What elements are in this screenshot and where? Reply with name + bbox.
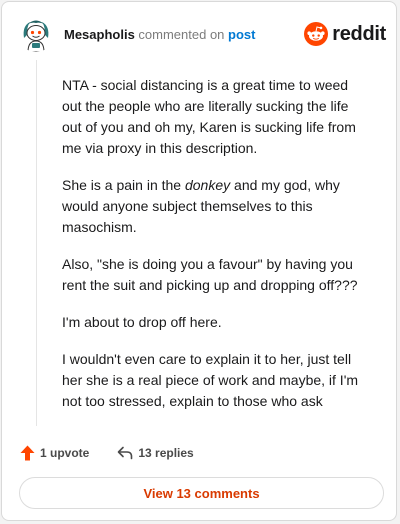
comment-line: out the people who are literally sucking… [62,98,349,114]
view-comments-button[interactable]: View 13 comments [19,477,384,509]
reply-arrow-icon [118,446,133,460]
comment-line: Also, "she is doing you a favour" by hav… [62,256,353,272]
reddit-logo-icon [304,22,329,46]
comment-paragraph: I wouldn't even care to explain it to he… [62,349,382,412]
comment-line: would anyone subject themselves to this [62,198,313,214]
logo-text: reddit [332,22,386,45]
comment-line: rent the suit and picking up and droppin… [62,277,358,293]
reddit-logo[interactable]: reddit [304,21,386,47]
author-name[interactable]: Mesapholis [64,27,135,42]
comment-paragraph: I'm about to drop off here. [62,312,382,333]
avatar[interactable] [18,16,54,52]
comment-line: masochism. [62,219,137,235]
byline-action-text: commented on [138,27,225,42]
comment-paragraph: NTA - social distancing is a great time … [62,75,382,159]
byline: Mesapholis commented on post [64,27,256,42]
replies-button[interactable]: 13 replies [117,446,194,460]
upvote-arrow-icon [20,445,35,461]
upvote-button[interactable]: 1 upvote [20,445,89,461]
comment-header: Mesapholis commented on post reddit [18,16,386,54]
comment-line: and my god, why [230,177,340,193]
upvote-count: 1 upvote [40,446,90,460]
post-link[interactable]: post [228,27,255,42]
replies-count: 13 replies [138,446,194,460]
view-comments-label: View 13 comments [143,485,260,501]
comment-line: out of you and oh my, Karen is sucking l… [62,119,356,135]
comment-line: not too stressed, explain to those who a… [62,393,323,409]
comment-line: She is a pain in the [62,177,185,193]
comment-card: Mesapholis commented on post reddit NTA … [1,1,397,521]
comment-actions: 1 upvote 13 replies [20,443,194,463]
comment-paragraph: She is a pain in the donkey and my god, … [62,175,382,238]
comment-body: NTA - social distancing is a great time … [62,75,382,428]
snoo-avatar-icon [18,16,54,52]
comment-line: her she is a real piece of work and mayb… [62,372,359,388]
comment-line: NTA - social distancing is a great time … [62,77,349,93]
comment-line: me via proxy in this description. [62,140,258,156]
comment-emphasis: donkey [184,177,231,193]
thread-line[interactable] [36,60,37,426]
comment-paragraph: Also, "she is doing you a favour" by hav… [62,254,382,296]
comment-line: I wouldn't even care to explain it to he… [62,351,352,367]
comment-line: I'm about to drop off here. [62,314,222,330]
